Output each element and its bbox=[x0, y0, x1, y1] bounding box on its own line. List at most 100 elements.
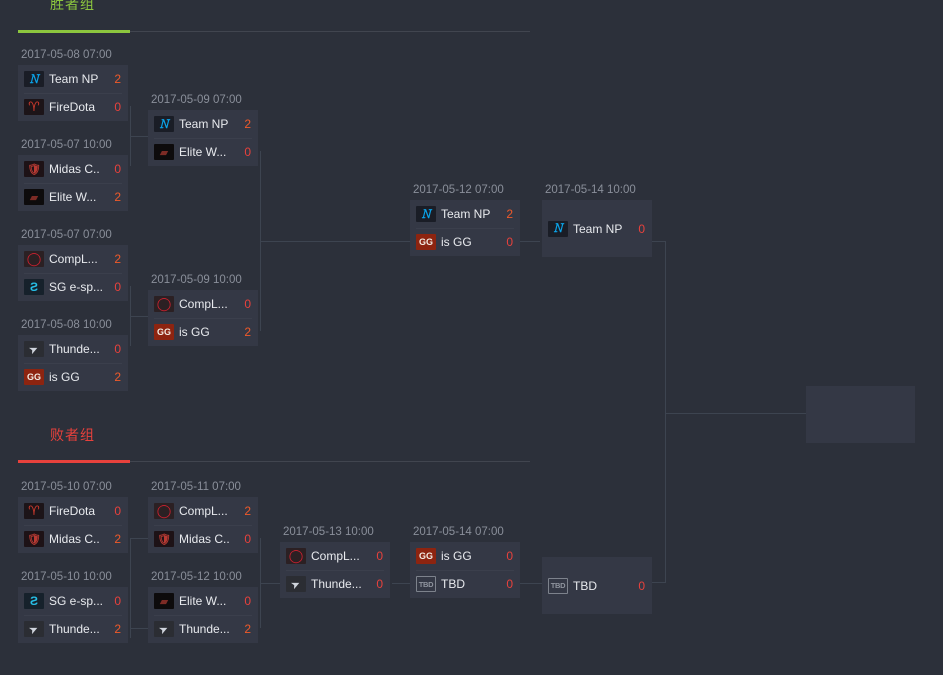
match-box[interactable]: Midas C.. 0 Elite W... 2 bbox=[18, 155, 128, 211]
match-lb-r3-m1[interactable]: 2017-05-13 10:00 CompL... 0 Thunde... 0 bbox=[280, 525, 390, 598]
match-row-top[interactable]: CompL... 2 bbox=[18, 245, 128, 273]
match-grand-final-placeholder[interactable] bbox=[806, 386, 915, 443]
match-box[interactable]: CompL... 2 SG e-sp... 0 bbox=[18, 245, 128, 301]
match-box[interactable]: is GG 0 TBD 0 bbox=[410, 542, 520, 598]
match-row-top[interactable]: Thunde... 0 bbox=[18, 335, 128, 363]
match-wb-r2-m1[interactable]: 2017-05-09 07:00 Team NP 2 Elite W... 0 bbox=[148, 93, 258, 166]
match-box[interactable]: CompL... 0 is GG 2 bbox=[148, 290, 258, 346]
team-name: CompL... bbox=[179, 504, 228, 518]
match-box[interactable]: Team NP 2 Elite W... 0 bbox=[148, 110, 258, 166]
team-score: 0 bbox=[244, 145, 251, 159]
match-row-bottom[interactable]: is GG 2 bbox=[148, 318, 258, 346]
match-wb-r1-m4[interactable]: 2017-05-08 10:00 Thunde... 0 is GG 2 bbox=[18, 318, 128, 391]
match-box[interactable]: CompL... 2 Midas C.. 0 bbox=[148, 497, 258, 553]
match-row-top[interactable]: Team NP 2 bbox=[148, 110, 258, 138]
match-box[interactable]: TBD 0 bbox=[542, 557, 652, 614]
thunder-logo bbox=[154, 621, 174, 637]
team-name: Team NP bbox=[573, 221, 623, 236]
match-lb-r2-m2[interactable]: 2017-05-12 10:00 Elite W... 0 Thunde... … bbox=[148, 570, 258, 643]
match-box[interactable]: SG e-sp... 0 Thunde... 2 bbox=[18, 587, 128, 643]
team-name: Team NP bbox=[441, 207, 491, 221]
match-row-top[interactable]: Team NP 2 bbox=[410, 200, 520, 228]
team-score: 2 bbox=[244, 325, 251, 339]
team-name: Midas C.. bbox=[49, 532, 100, 546]
connector-gf-lower-v bbox=[665, 413, 666, 582]
match-wb-r3-m1[interactable]: 2017-05-12 07:00 Team NP 2 is GG 0 bbox=[410, 183, 520, 256]
match-row-top[interactable]: Midas C.. 0 bbox=[18, 155, 128, 183]
connector-gf-upper-v bbox=[665, 241, 666, 413]
losers-bracket-title: 败者组 bbox=[50, 427, 95, 443]
team-name: Thunde... bbox=[179, 622, 230, 636]
match-row-bottom[interactable]: is GG 0 bbox=[410, 228, 520, 256]
match-date: 2017-05-14 10:00 bbox=[545, 184, 636, 196]
match-row-bottom[interactable]: FireDota 0 bbox=[18, 93, 128, 121]
team-name: Elite W... bbox=[179, 145, 227, 159]
team-score: 0 bbox=[376, 577, 383, 591]
match-box[interactable]: Thunde... 0 is GG 2 bbox=[18, 335, 128, 391]
winners-bracket-divider bbox=[18, 30, 530, 33]
match-wb-r1-m3[interactable]: 2017-05-07 07:00 CompL... 2 SG e-sp... 0 bbox=[18, 228, 128, 301]
match-box[interactable]: Team NP 2 FireDota 0 bbox=[18, 65, 128, 121]
elite-wolves-logo bbox=[154, 144, 174, 160]
complexity-logo bbox=[286, 548, 306, 564]
team-score: 0 bbox=[114, 162, 121, 176]
team-score: 2 bbox=[114, 190, 121, 204]
match-row-bottom[interactable]: Elite W... 0 bbox=[148, 138, 258, 166]
match-box[interactable]: Elite W... 0 Thunde... 2 bbox=[148, 587, 258, 643]
match-row-top[interactable]: CompL... 0 bbox=[280, 542, 390, 570]
match-lb-final[interactable]: TBD 0 bbox=[542, 554, 652, 614]
match-row-bottom[interactable]: Elite W... 2 bbox=[18, 183, 128, 211]
match-wb-r1-m1[interactable]: 2017-05-08 07:00 Team NP 2 FireDota 0 bbox=[18, 48, 128, 121]
match-row-bottom[interactable]: Thunde... 0 bbox=[280, 570, 390, 598]
connector-wb-r2m1-in bbox=[130, 136, 148, 137]
team-name: CompL... bbox=[311, 549, 360, 563]
match-row-bottom[interactable]: Thunde... 2 bbox=[18, 615, 128, 643]
match-row-top[interactable]: FireDota 0 bbox=[18, 497, 128, 525]
match-box[interactable]: CompL... 0 Thunde... 0 bbox=[280, 542, 390, 598]
match-wb-final[interactable]: 2017-05-14 10:00 Team NP 0 bbox=[542, 183, 652, 257]
complexity-logo bbox=[154, 503, 174, 519]
match-row-bottom[interactable]: Midas C.. 0 bbox=[148, 525, 258, 553]
thunder-logo bbox=[286, 576, 306, 592]
match-date: 2017-05-08 07:00 bbox=[21, 49, 112, 61]
match-wb-r2-m2[interactable]: 2017-05-09 10:00 CompL... 0 is GG 2 bbox=[148, 273, 258, 346]
connector-gf-out-h bbox=[665, 413, 807, 414]
match-row-bottom[interactable]: Thunde... 2 bbox=[148, 615, 258, 643]
sg-esports-logo bbox=[24, 593, 44, 609]
team-score: 0 bbox=[244, 532, 251, 546]
match-box[interactable]: Team NP 2 is GG 0 bbox=[410, 200, 520, 256]
match-row-top[interactable]: Elite W... 0 bbox=[148, 587, 258, 615]
winners-bracket-title: 胜者组 bbox=[50, 0, 95, 12]
connector-wb-final-in bbox=[520, 241, 540, 242]
match-row-single[interactable]: TBD 0 bbox=[542, 572, 652, 600]
connector-gf-upper-h bbox=[652, 241, 666, 242]
team-score: 0 bbox=[114, 594, 121, 608]
team-name: Midas C.. bbox=[49, 162, 100, 176]
match-wb-r1-m2[interactable]: 2017-05-07 10:00 Midas C.. 0 Elite W... … bbox=[18, 138, 128, 211]
match-lb-r1-m2[interactable]: 2017-05-10 10:00 SG e-sp... 0 Thunde... … bbox=[18, 570, 128, 643]
team-name: Elite W... bbox=[49, 190, 97, 204]
match-lb-r1-m1[interactable]: 2017-05-10 07:00 FireDota 0 Midas C.. 2 bbox=[18, 480, 128, 553]
match-row-bottom[interactable]: SG e-sp... 0 bbox=[18, 273, 128, 301]
match-box[interactable]: Team NP 0 bbox=[542, 200, 652, 257]
bracket-stage: 胜者组 2017-05-08 07:00 Team NP 2 FireDota … bbox=[0, 0, 943, 675]
match-box[interactable]: FireDota 0 Midas C.. 2 bbox=[18, 497, 128, 553]
sg-esports-logo bbox=[24, 279, 44, 295]
team-name: TBD bbox=[441, 577, 465, 591]
match-row-top[interactable]: CompL... 2 bbox=[148, 497, 258, 525]
match-row-top[interactable]: Team NP 2 bbox=[18, 65, 128, 93]
connector-lb-r2m1-in bbox=[130, 538, 148, 539]
team-name: CompL... bbox=[179, 297, 228, 311]
match-lb-r4-m1[interactable]: 2017-05-14 07:00 is GG 0 TBD 0 bbox=[410, 525, 520, 598]
match-row-single[interactable]: Team NP 0 bbox=[542, 215, 652, 243]
firedota-logo bbox=[24, 503, 44, 519]
match-row-top[interactable]: CompL... 0 bbox=[148, 290, 258, 318]
match-date: 2017-05-09 07:00 bbox=[151, 94, 242, 106]
match-row-bottom[interactable]: is GG 2 bbox=[18, 363, 128, 391]
match-row-bottom[interactable]: Midas C.. 2 bbox=[18, 525, 128, 553]
match-row-top[interactable]: is GG 0 bbox=[410, 542, 520, 570]
team-score: 0 bbox=[244, 297, 251, 311]
match-row-top[interactable]: SG e-sp... 0 bbox=[18, 587, 128, 615]
match-row-bottom[interactable]: TBD 0 bbox=[410, 570, 520, 598]
match-lb-r2-m1[interactable]: 2017-05-11 07:00 CompL... 2 Midas C.. 0 bbox=[148, 480, 258, 553]
